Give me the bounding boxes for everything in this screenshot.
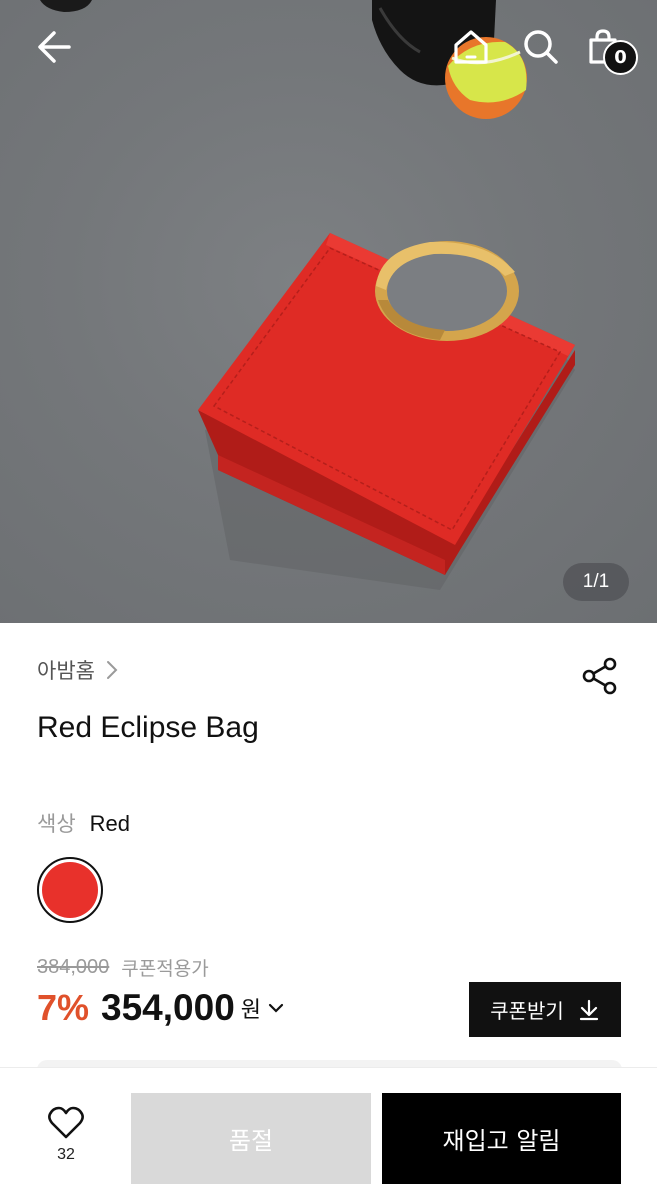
swatch-fill [42,862,98,918]
heart-icon [48,1106,84,1139]
soldout-button[interactable]: 품절 [131,1093,371,1184]
product-image[interactable]: 0 1/1 [0,0,657,623]
cart-count-badge: 0 [603,40,638,75]
price-detail-toggle[interactable] [267,998,287,1018]
like-count: 32 [57,1146,75,1163]
coupon-download-button[interactable]: 쿠폰받기 [469,982,621,1037]
like-button[interactable]: 32 [30,1106,102,1178]
currency-unit: 원 [240,998,262,1023]
color-swatch-red[interactable] [37,857,103,923]
download-icon [579,999,598,1020]
product-title: Red Eclipse Bag [37,711,259,744]
original-price: 384,000 [37,956,110,978]
home-icon [454,30,488,64]
color-value: Red [89,811,130,836]
original-price-row: 384,000 쿠폰적용가 [37,954,209,981]
color-label: 색상 [37,812,76,836]
bottom-action-bar: 32 품절 재입고 알림 [0,1067,657,1200]
brand-link[interactable]: 아밤홈 [37,655,119,685]
share-icon [582,657,617,695]
color-option-row: 색상 Red [37,808,130,838]
search-icon [524,30,558,64]
discount-rate: 7% [37,987,90,1028]
chevron-down-icon [268,1003,284,1013]
price-row: 7% 354,000 원 [37,987,287,1029]
image-counter: 1/1 [563,563,629,601]
share-button[interactable] [578,654,622,698]
search-button[interactable] [518,24,564,70]
restock-alert-button[interactable]: 재입고 알림 [382,1093,621,1184]
home-button[interactable] [448,24,494,70]
brand-name: 아밤홈 [37,659,95,683]
coupon-button-label: 쿠폰받기 [490,999,564,1023]
back-arrow-icon [38,31,71,63]
coupon-price-note: 쿠폰적용가 [121,958,209,980]
top-navigation: 0 [0,0,657,96]
sale-price: 354,000 [101,987,235,1028]
chevron-right-icon [106,661,118,679]
back-button[interactable] [30,24,80,70]
